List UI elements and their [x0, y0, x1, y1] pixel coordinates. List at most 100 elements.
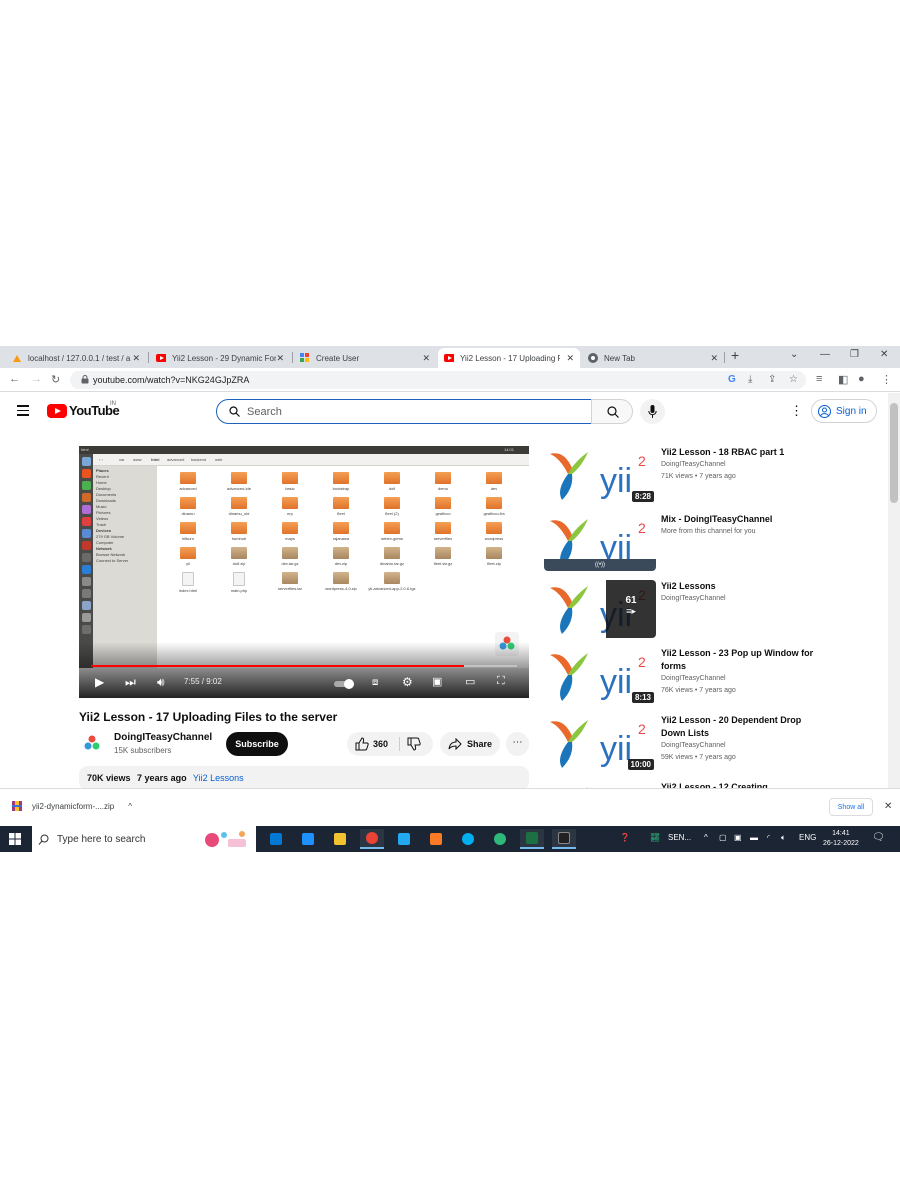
file-item[interactable]: basic: [265, 472, 315, 491]
recommendation-title[interactable]: Yii2 Lesson - 20 Dependent Drop Down Lis…: [661, 714, 821, 740]
tab-close-icon[interactable]: ✕: [276, 353, 284, 364]
file-item[interactable]: fleet.zip: [469, 547, 519, 566]
file-item[interactable]: hilburn: [163, 522, 213, 541]
play-icon[interactable]: ▶: [95, 675, 104, 689]
channel-avatar[interactable]: [83, 734, 101, 752]
tab-phpmyadmin[interactable]: localhost / 127.0.0.1 / test / a ✕: [6, 348, 146, 368]
taskbar-app-terminal[interactable]: [552, 829, 576, 849]
chevron-up-icon[interactable]: ^: [128, 802, 132, 811]
fullscreen-icon[interactable]: ⛶: [497, 675, 505, 688]
show-all-button[interactable]: Show all: [829, 798, 873, 816]
address-bar[interactable]: youtube.com/watch?v=NKG24GJpZRA G ⤓ ⇪ ☆: [70, 371, 806, 389]
new-tab-button[interactable]: +: [731, 347, 739, 363]
help-icon[interactable]: ❓: [620, 833, 630, 842]
youtube-logo[interactable]: YouTube: [47, 403, 120, 418]
volume-icon[interactable]: 🔊︎: [157, 675, 165, 690]
taskbar-app-chrome[interactable]: [360, 829, 384, 849]
file-item[interactable]: rajanawa: [316, 522, 366, 541]
search-input[interactable]: [247, 404, 547, 419]
file-item[interactable]: demo: [418, 472, 468, 491]
battery-icon[interactable]: ▬: [750, 833, 758, 842]
file-item[interactable]: humhub: [214, 522, 264, 541]
tab-yii2-lesson-17[interactable]: Yii2 Lesson - 17 Uploading F ✕: [438, 348, 580, 368]
taskbar-app-skype[interactable]: [456, 829, 480, 849]
download-item[interactable]: yii2-dynamicform-....zip ^: [12, 801, 132, 811]
file-item[interactable]: advanced: [163, 472, 213, 491]
taskbar-app-explorer[interactable]: [328, 829, 352, 849]
install-icon[interactable]: ⤓: [748, 374, 752, 385]
recommended-video[interactable]: yii261≡▸Yii2 LessonsDoingITeasyChannel: [544, 580, 884, 638]
video-thumbnail[interactable]: yii 2 8:28: [544, 446, 656, 504]
file-item[interactable]: erp: [265, 497, 315, 516]
tab-search-icon[interactable]: ⌄: [790, 349, 798, 360]
taskbar-app-mail[interactable]: [296, 829, 320, 849]
file-item[interactable]: bootstrap: [316, 472, 366, 491]
show-hidden-icons-icon[interactable]: ^: [704, 833, 708, 842]
sign-in-button[interactable]: Sign in: [811, 399, 877, 423]
video-thumbnail[interactable]: yii 2 8:13: [544, 647, 656, 705]
file-item[interactable]: dinamu_old: [214, 497, 264, 516]
taskbar-search[interactable]: Type here to search: [32, 826, 256, 852]
file-item[interactable]: wordpress-4.0.zip: [316, 572, 366, 591]
profile-icon[interactable]: ●: [858, 373, 865, 385]
recommended-video[interactable]: yii 2 ((•)) Mix - DoingITeasyChannel More fr…: [544, 513, 884, 571]
recommended-video[interactable]: yii 2 8:13 Yii2 Lesson - 23 Pop up Window f…: [544, 647, 884, 705]
recommended-video[interactable]: yii 2 8:28 Yii2 Lesson - 18 RBAC part 1 Doin…: [544, 446, 884, 504]
recommendation-title[interactable]: Yii2 Lesson - 18 RBAC part 1: [661, 446, 821, 459]
file-item[interactable]: dev: [469, 472, 519, 491]
close-download-bar-icon[interactable]: ✕: [884, 801, 892, 812]
next-icon[interactable]: ⏭: [125, 675, 136, 690]
taskbar-app-store[interactable]: [264, 829, 288, 849]
taskbar-app-xampp[interactable]: [424, 829, 448, 849]
recommendation-channel[interactable]: DoingITeasyChannel: [661, 673, 821, 685]
recommendation-title[interactable]: Mix - DoingITeasyChannel: [661, 513, 821, 526]
tab-new-tab[interactable]: New Tab ✕: [582, 348, 724, 368]
recommendation-title[interactable]: Yii2 Lessons: [661, 580, 821, 593]
file-item[interactable]: maps: [265, 522, 315, 541]
page-scrollbar[interactable]: [888, 393, 900, 788]
video-thumbnail[interactable]: yii 2 ((•)): [544, 513, 656, 571]
language-indicator[interactable]: ENG: [799, 833, 816, 842]
voice-search-button[interactable]: [640, 399, 665, 424]
playlist-link[interactable]: Yii2 Lessons: [193, 773, 244, 783]
file-item[interactable]: wordpress: [469, 522, 519, 541]
video-thumbnail[interactable]: yii261≡▸: [544, 580, 656, 638]
file-item[interactable]: sebex-gems: [367, 522, 417, 541]
file-item[interactable]: fleet.tar.gz: [418, 547, 468, 566]
meet-icon[interactable]: ▣: [734, 833, 742, 842]
file-item[interactable]: yii-advanced-app-2.0.6.tgz: [367, 572, 417, 591]
minimize-icon[interactable]: —: [820, 349, 830, 360]
file-item[interactable]: geafinco: [418, 497, 468, 516]
share-button[interactable]: Share: [440, 732, 500, 756]
recommendation-channel[interactable]: More from this channel for you: [661, 526, 821, 538]
tab-close-icon[interactable]: ✕: [710, 353, 718, 364]
taskbar-app-edge[interactable]: [488, 829, 512, 849]
scrollbar-thumb[interactable]: [890, 403, 898, 503]
reading-list-icon[interactable]: ≡: [816, 373, 822, 385]
close-window-icon[interactable]: ✕: [880, 349, 888, 360]
progress-bar[interactable]: [91, 665, 517, 667]
file-item[interactable]: advanced-ide: [214, 472, 264, 491]
back-icon[interactable]: ←: [9, 373, 20, 385]
speaker-icon[interactable]: 🔈︎: [781, 833, 786, 843]
file-item[interactable]: fleet: [316, 497, 366, 516]
windows-start-icon[interactable]: [9, 833, 21, 845]
video-player[interactable]: html 14:01 ‹ › var www html advanced bac…: [79, 446, 529, 698]
tab-close-icon[interactable]: ✕: [566, 353, 574, 364]
reload-icon[interactable]: ↻: [51, 373, 60, 386]
description-box[interactable]: 70K views 7 years ago Yii2 Lessons: [79, 766, 529, 790]
tray-label[interactable]: SEN...: [668, 833, 691, 842]
dislike-icon[interactable]: [407, 737, 421, 751]
tab-create-user[interactable]: Create User ✕: [294, 348, 436, 368]
file-item[interactable]: serverfiles.tar: [265, 572, 315, 591]
tab-yii2-lesson-29[interactable]: Yii2 Lesson - 29 Dynamic For ✕: [150, 348, 290, 368]
stock-chart-icon[interactable]: 📈︎: [650, 833, 660, 842]
file-item[interactable]: index.html: [163, 572, 213, 593]
share-page-icon[interactable]: ⇪: [768, 374, 776, 385]
taskbar-app-vscode[interactable]: [392, 829, 416, 849]
more-actions-button[interactable]: ⋯: [506, 732, 529, 756]
restore-icon[interactable]: ❐: [850, 349, 859, 360]
forward-icon[interactable]: →: [31, 373, 42, 385]
side-panel-icon[interactable]: ◧: [838, 373, 848, 386]
recommendation-channel[interactable]: DoingITeasyChannel: [661, 740, 821, 752]
